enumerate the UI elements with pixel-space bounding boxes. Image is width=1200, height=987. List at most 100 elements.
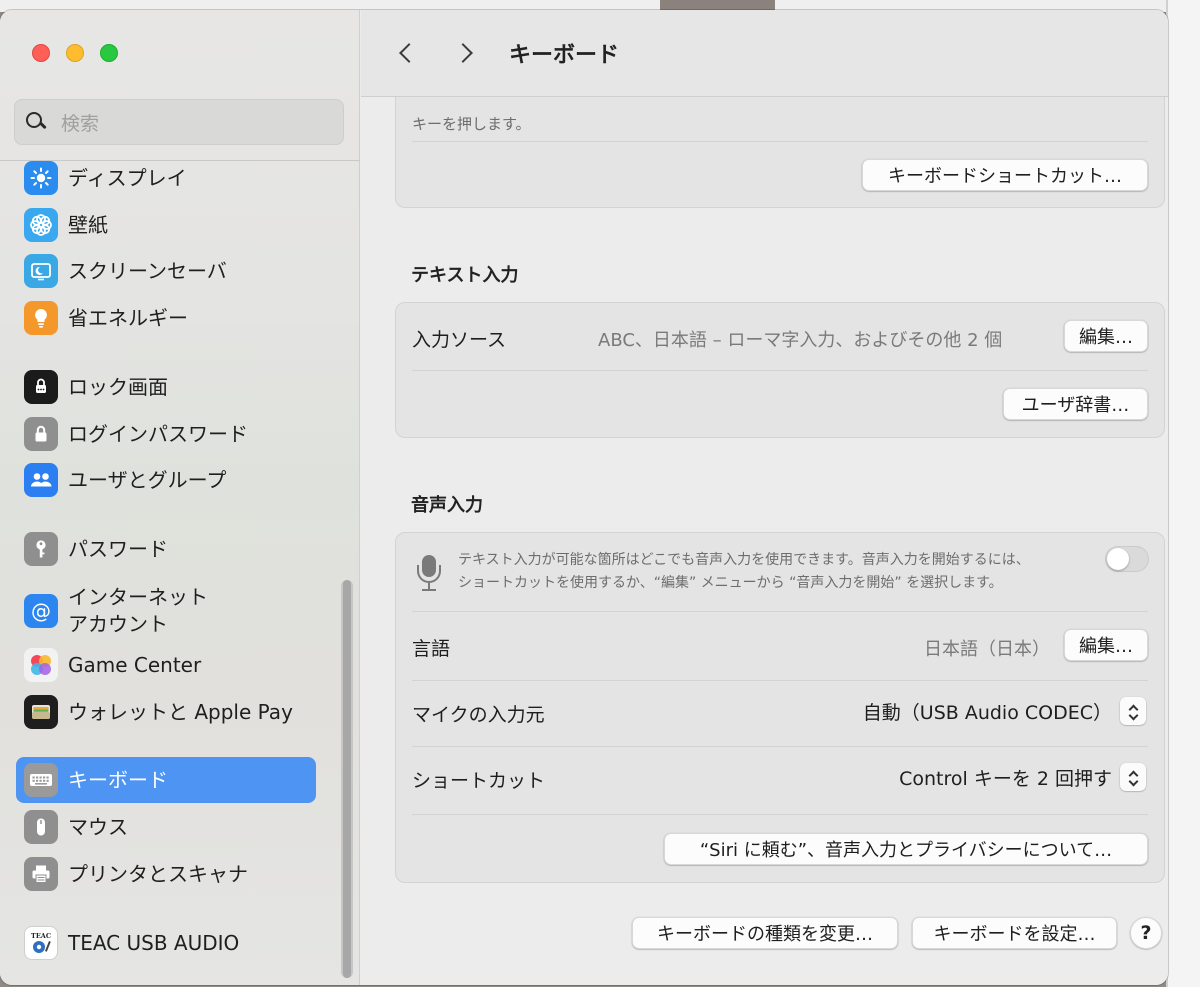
sidebar-item-lock-screen[interactable]: ロック画面 [16, 364, 316, 410]
dictation-card: テキスト入力が可能な箇所はどこでも音声入力を使用できます。音声入力を開始するには… [395, 532, 1165, 883]
game-center-icon [24, 648, 58, 682]
at-icon: @ [24, 594, 58, 628]
key-icon [24, 532, 58, 566]
search-input[interactable]: 検索 [14, 99, 344, 145]
shortcut-value: Control キーを 2 回押す [899, 767, 1112, 790]
sidebar-item-label: ログインパスワード [68, 421, 248, 446]
chevron-left-icon [399, 43, 419, 63]
microphone-source-popup[interactable]: 自動（USB Audio CODEC） [863, 697, 1146, 725]
divider [412, 746, 1148, 747]
input-sources-edit-button[interactable]: 編集… [1064, 320, 1148, 352]
divider [412, 680, 1148, 681]
flower-icon [24, 208, 58, 242]
shortcut-popup[interactable]: Control キーを 2 回押す [899, 763, 1146, 791]
siri-privacy-button[interactable]: “Siri に頼む”、音声入力とプライバシーについて… [664, 833, 1148, 865]
text-input-heading: テキスト入力 [411, 265, 519, 286]
sidebar-item-label: ディスプレイ [68, 165, 187, 190]
back-button[interactable] [386, 33, 426, 73]
sidebar-item-label: 壁紙 [68, 212, 108, 237]
sidebar-item-label: ウォレットと Apple Pay [68, 699, 293, 724]
up-down-chevron-icon [1120, 763, 1146, 791]
text-input-card: 入力ソース ABC、日本語 – ローマ字入力、およびその他 2 個 編集… ユー… [395, 302, 1165, 438]
svg-text:TEAC: TEAC [31, 932, 51, 940]
sidebar-item-label: プリンタとスキャナ [68, 861, 248, 886]
users-icon [24, 463, 58, 497]
search-placeholder: 検索 [61, 112, 100, 135]
sun-icon [24, 161, 58, 195]
divider [412, 141, 1148, 142]
sidebar-item-label: TEAC USB AUDIO [68, 930, 240, 955]
page-title: キーボード [509, 43, 620, 68]
sidebar-item-energy[interactable]: 省エネルギー [16, 295, 316, 341]
help-button[interactable]: ? [1130, 917, 1162, 949]
sidebar: 検索 ディスプレイ 壁紙 スクリーンセーバ 省エネルギー ロック画面 ログインパ… [0, 10, 360, 985]
change-keyboard-type-button[interactable]: キーボードの種類を変更… [632, 917, 898, 949]
sidebar-item-screensaver[interactable]: スクリーンセーバ [16, 248, 316, 294]
sidebar-item-display[interactable]: ディスプレイ [16, 155, 316, 201]
minimize-window-button[interactable] [66, 44, 84, 62]
screensaver-icon [24, 254, 58, 288]
lock-screen-icon [24, 370, 58, 404]
divider [412, 611, 1148, 612]
search-icon [25, 111, 47, 133]
main-content: キーを押します。 キーボードショートカット… テキスト入力 入力ソース ABC、… [361, 10, 1168, 985]
language-label: 言語 [412, 638, 451, 660]
sidebar-item-wallpaper[interactable]: 壁紙 [16, 202, 316, 248]
input-sources-label: 入力ソース [412, 329, 507, 351]
sidebar-item-label: インターネット アカウント [68, 584, 208, 638]
sidebar-item-label: マウス [68, 814, 128, 839]
dictation-heading: 音声入力 [411, 495, 483, 516]
sidebar-item-login-password[interactable]: ログインパスワード [16, 411, 316, 457]
zoom-window-button[interactable] [100, 44, 118, 62]
sidebar-item-label: Game Center [68, 652, 202, 677]
sidebar-item-label: パスワード [68, 536, 168, 561]
sidebar-item-mouse[interactable]: マウス [16, 804, 316, 850]
user-dictionary-button[interactable]: ユーザ辞書… [1003, 388, 1148, 420]
top-hint-text: キーを押します。 [412, 115, 531, 133]
sidebar-item-label: スクリーンセーバ [68, 258, 227, 283]
language-value: 日本語（日本） [924, 639, 1050, 660]
up-down-chevron-icon [1120, 697, 1146, 725]
sidebar-item-label-line2: アカウント [68, 612, 168, 636]
sidebar-item-label: 省エネルギー [68, 305, 188, 330]
dictation-description-line1: テキスト入力が可能な箇所はどこでも音声入力を使用できます。音声入力を開始するには… [458, 552, 1030, 568]
divider [412, 814, 1148, 815]
keyboard-shortcuts-button[interactable]: キーボードショートカット… [862, 159, 1148, 191]
desktop-background-right [1168, 0, 1200, 987]
sidebar-item-game-center[interactable]: Game Center [16, 642, 316, 688]
keyboard-icon [24, 763, 58, 797]
sidebar-item-teac-usb-audio[interactable]: TEAC TEAC USB AUDIO [16, 920, 316, 966]
sidebar-item-keyboard[interactable]: キーボード [16, 757, 316, 803]
microphone-icon [416, 551, 442, 595]
lock-icon [24, 417, 58, 451]
close-window-button[interactable] [32, 44, 50, 62]
sidebar-item-label: ユーザとグループ [68, 467, 227, 492]
microphone-source-label: マイクの入力元 [412, 704, 545, 726]
settings-window: 検索 ディスプレイ 壁紙 スクリーンセーバ 省エネルギー ロック画面 ログインパ… [0, 10, 1168, 985]
sidebar-item-internet-accounts[interactable]: @ インターネット アカウント [16, 584, 316, 638]
teac-audio-icon: TEAC [24, 926, 58, 960]
sidebar-item-label: ロック画面 [68, 374, 168, 399]
sidebar-item-passwords[interactable]: パスワード [16, 526, 316, 572]
sidebar-scrollbar[interactable] [341, 580, 353, 978]
dictation-description-line2: ショートカットを使用するか、“編集” メニューから “音声入力を開始” を選択し… [458, 575, 1003, 591]
setup-keyboard-button[interactable]: キーボードを設定… [912, 917, 1117, 949]
toolbar: キーボード [361, 10, 1168, 97]
chevron-right-icon [453, 43, 473, 63]
wallet-icon [24, 695, 58, 729]
dictation-toggle[interactable] [1105, 546, 1149, 572]
sidebar-item-wallet[interactable]: ウォレットと Apple Pay [16, 689, 316, 735]
sidebar-item-users-groups[interactable]: ユーザとグループ [16, 457, 316, 503]
lightbulb-icon [24, 301, 58, 335]
sidebar-item-label-line1: インターネット [68, 585, 208, 609]
microphone-source-value: 自動（USB Audio CODEC） [862, 701, 1112, 724]
sidebar-item-printers[interactable]: プリンタとスキャナ [16, 851, 316, 897]
input-sources-value: ABC、日本語 – ローマ字入力、およびその他 2 個 [598, 330, 1003, 351]
printer-icon [24, 857, 58, 891]
shortcut-label: ショートカット [412, 770, 546, 792]
sidebar-item-label: キーボード [68, 767, 168, 792]
mouse-icon [24, 810, 58, 844]
forward-button[interactable] [446, 33, 486, 73]
divider [412, 370, 1148, 371]
language-edit-button[interactable]: 編集… [1064, 629, 1148, 661]
